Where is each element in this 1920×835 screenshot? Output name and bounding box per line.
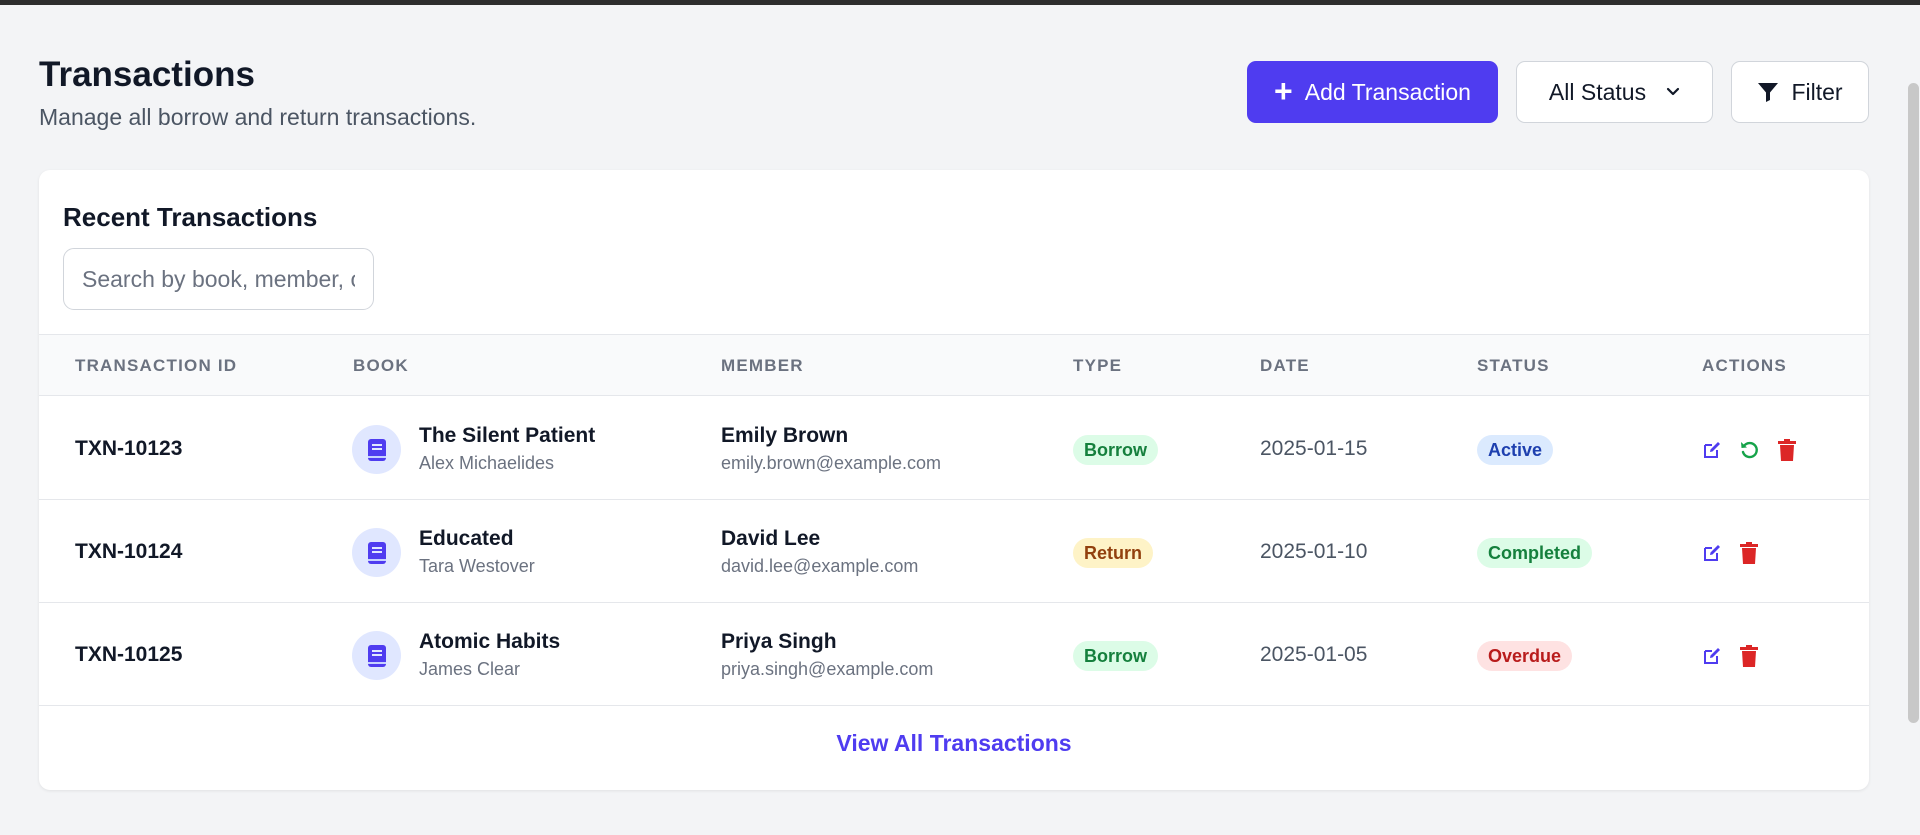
add-transaction-button[interactable]: + Add Transaction	[1247, 61, 1498, 123]
edit-icon[interactable]	[1701, 439, 1723, 461]
card-title: Recent Transactions	[63, 202, 318, 232]
transaction-id: TXN-10125	[75, 643, 183, 666]
type-badge: Borrow	[1073, 641, 1158, 671]
member-email: emily.brown@example.com	[721, 453, 942, 473]
status-badge: Overdue	[1477, 641, 1573, 671]
column-header-actions: ACTIONS	[1702, 356, 1787, 375]
page-subtitle: Manage all borrow and return transaction…	[39, 104, 477, 130]
transaction-date: 2025-01-05	[1260, 643, 1368, 666]
book-author: James Clear	[419, 659, 521, 679]
book-title: Atomic Habits	[419, 630, 561, 653]
book-author: Tara Westover	[419, 556, 535, 576]
page-title: Transactions	[39, 55, 255, 94]
transaction-date: 2025-01-10	[1260, 540, 1368, 563]
add-transaction-label: Add Transaction	[1304, 78, 1471, 105]
table-row: TXN-10125 Atomic Habits James Clear Priy…	[39, 603, 1869, 706]
edit-icon[interactable]	[1701, 645, 1723, 667]
book-title: The Silent Patient	[419, 424, 596, 447]
member-name: Emily Brown	[721, 424, 849, 447]
scrollbar-thumb[interactable]	[1908, 83, 1919, 723]
filter-label: Filter	[1791, 78, 1843, 105]
transactions-card: Recent Transactions TRANSACTION ID BOOK …	[39, 170, 1869, 790]
search-input[interactable]	[63, 248, 374, 310]
column-header-date: DATE	[1260, 356, 1310, 375]
trash-icon[interactable]	[1738, 645, 1760, 667]
status-badge: Active	[1477, 435, 1554, 465]
member-email: david.lee@example.com	[721, 556, 919, 576]
member-name: Priya Singh	[721, 630, 837, 653]
book-title: Educated	[419, 527, 514, 550]
edit-icon[interactable]	[1701, 542, 1723, 564]
type-badge: Return	[1073, 538, 1153, 568]
trash-icon[interactable]	[1776, 439, 1798, 461]
book-icon	[352, 631, 401, 680]
trash-icon[interactable]	[1738, 542, 1760, 564]
window-top-bar	[0, 0, 1920, 5]
transaction-id: TXN-10124	[75, 540, 183, 563]
column-header-transaction-id: TRANSACTION ID	[75, 356, 238, 375]
table-row: TXN-10124 Educated Tara Westover David L…	[39, 500, 1869, 603]
column-header-type: TYPE	[1073, 356, 1123, 375]
return-icon[interactable]	[1738, 439, 1760, 461]
filter-icon	[1758, 83, 1779, 102]
view-all-transactions-link[interactable]: View All Transactions	[39, 730, 1869, 757]
chevron-down-icon	[1666, 87, 1680, 96]
scrollbar-track[interactable]	[1906, 5, 1920, 835]
table-header: TRANSACTION ID BOOK MEMBER TYPE DATE STA…	[39, 334, 1869, 396]
member-name: David Lee	[721, 527, 821, 550]
transaction-date: 2025-01-15	[1260, 437, 1368, 460]
book-icon	[352, 425, 401, 474]
plus-icon: +	[1274, 72, 1293, 109]
book-icon	[352, 528, 401, 577]
member-email: priya.singh@example.com	[721, 659, 934, 679]
column-header-member: MEMBER	[721, 356, 804, 375]
status-badge: Completed	[1477, 538, 1593, 568]
type-badge: Borrow	[1073, 435, 1158, 465]
column-header-book: BOOK	[353, 356, 409, 375]
column-header-status: STATUS	[1477, 356, 1550, 375]
filter-button[interactable]: Filter	[1731, 61, 1869, 123]
transaction-id: TXN-10123	[75, 437, 183, 460]
table-row: TXN-10123 The Silent Patient Alex Michae…	[39, 397, 1869, 500]
status-select-value: All Status	[1548, 78, 1647, 105]
book-author: Alex Michaelides	[419, 453, 555, 473]
status-select[interactable]: All Status	[1516, 61, 1713, 123]
